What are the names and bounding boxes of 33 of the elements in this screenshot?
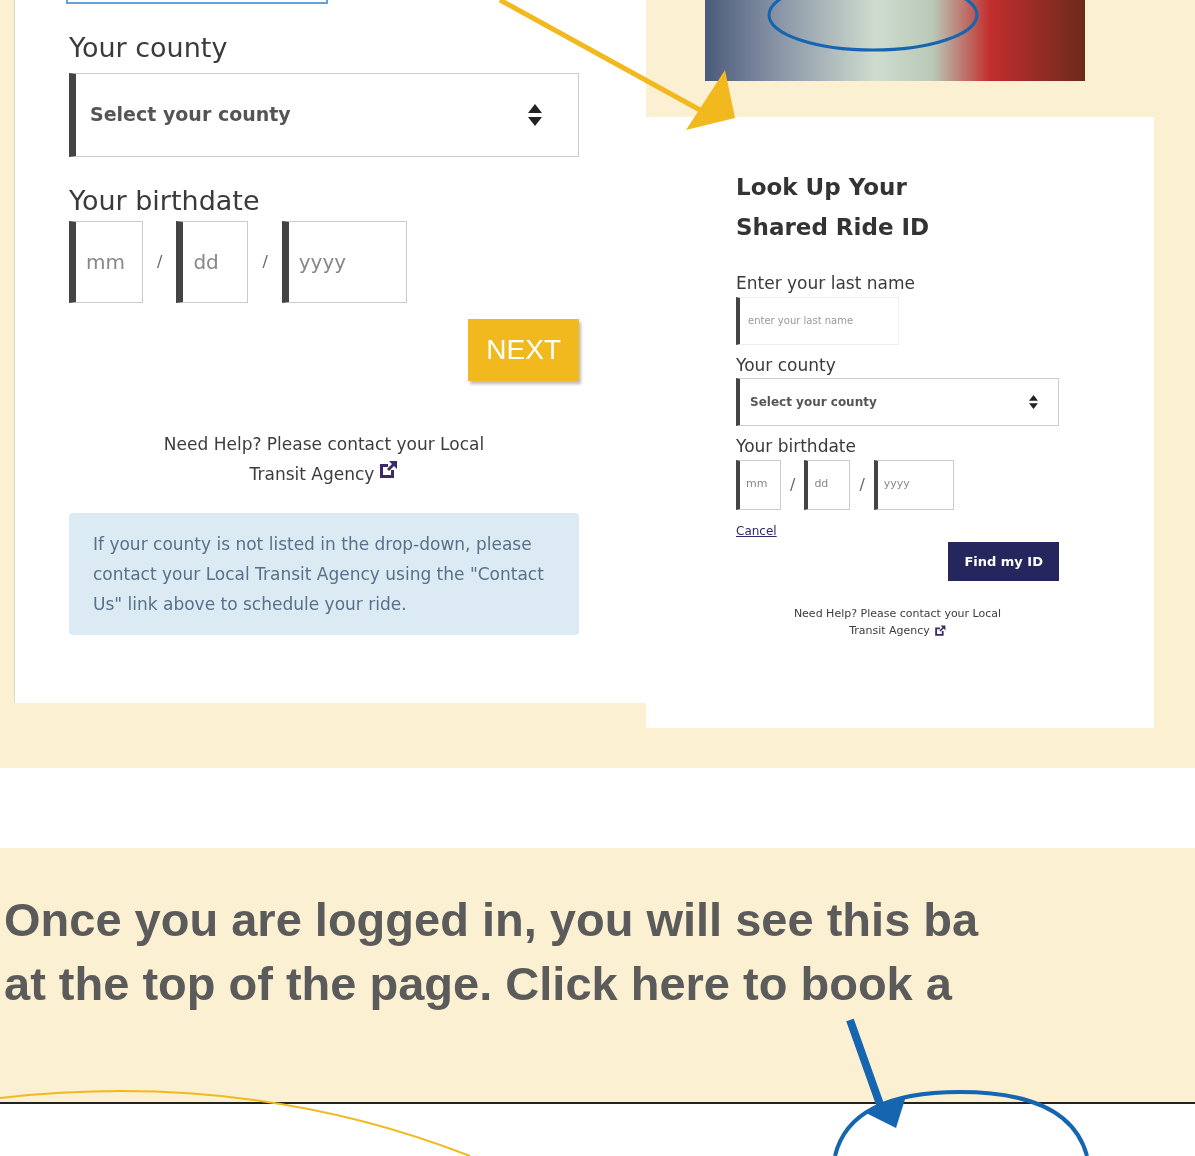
sort-icon <box>528 103 542 126</box>
input-field[interactable] <box>66 0 328 4</box>
headline-text: at the top of the page. Click here to book a <box>4 956 954 1012</box>
date-separator: / <box>157 251 163 273</box>
field-label: Your county <box>736 353 837 377</box>
county-select[interactable]: Select your county <box>69 72 579 157</box>
help-text: Transit Agency <box>849 624 930 637</box>
headline-text: Once you are logged in, you will see this ba <box>4 892 980 948</box>
help-text: Need Help? Please contact your Local <box>162 433 486 456</box>
date-field[interactable]: dd <box>176 221 249 303</box>
cancel-link[interactable]: Cancel <box>736 523 777 538</box>
field-label: Enter your last name <box>736 272 916 295</box>
help-text: Transit Agency <box>249 464 375 484</box>
field-label: Your county <box>69 31 229 65</box>
info-alert: If your county is not listed in the drop-down, please contact your Local Transit Agency using the "Contact Us" link above to schedule your ride. <box>69 513 579 635</box>
date-separator: / <box>262 251 268 273</box>
date-field[interactable]: yyyy <box>873 459 954 510</box>
field-label: Your birthdate <box>736 435 857 458</box>
date-field[interactable]: mm <box>69 221 143 303</box>
external-link-icon <box>378 460 399 480</box>
field-label: Your birthdate <box>69 183 261 218</box>
help-text: Need Help? Please contact your Local <box>792 606 1003 622</box>
date-field[interactable]: dd <box>804 459 851 510</box>
form-title: Look Up Your Shared Ride ID <box>736 173 931 242</box>
date-separator: / <box>859 473 865 496</box>
last-name-field[interactable]: enter your last name <box>736 296 899 345</box>
date-field[interactable]: yyyy <box>281 221 407 303</box>
sort-icon <box>1029 395 1038 409</box>
date-separator: / <box>790 473 796 496</box>
find-id-button[interactable]: Find my ID <box>948 541 1059 581</box>
date-field[interactable]: mm <box>736 459 781 510</box>
county-select[interactable]: Select your county <box>736 378 1059 426</box>
external-link-icon <box>933 625 946 637</box>
